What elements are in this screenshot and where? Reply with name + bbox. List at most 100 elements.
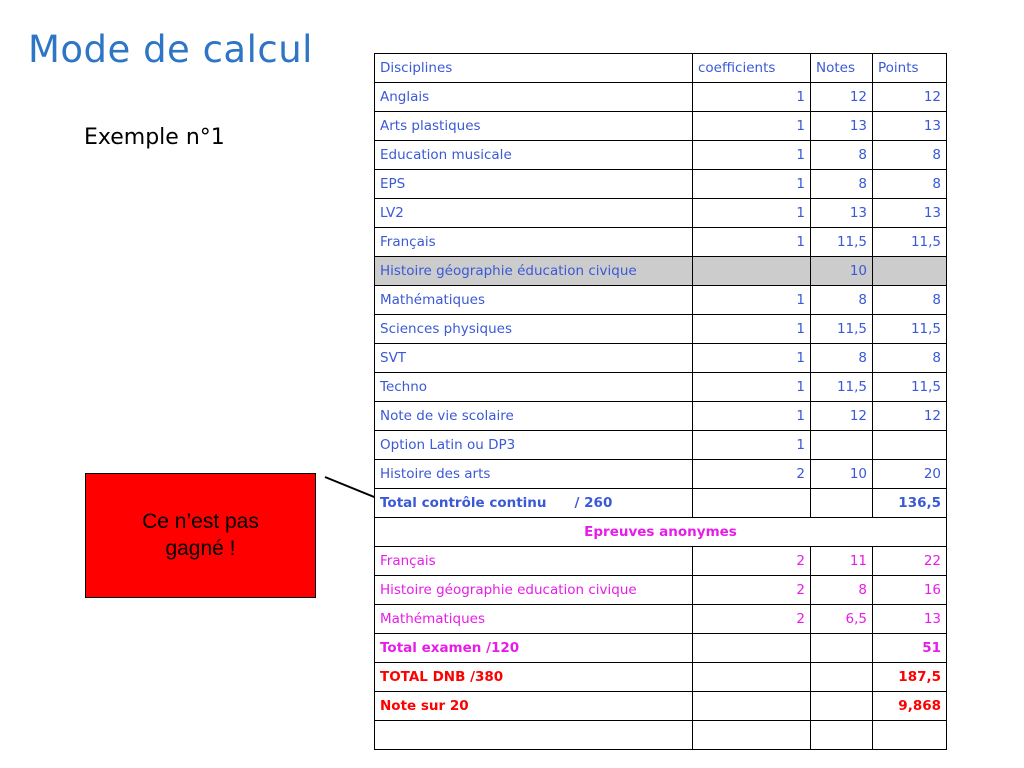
table-row: LV2 1 13 13 <box>374 198 947 228</box>
cell-coefficient: 2 <box>692 575 811 605</box>
total-continuous-scale: / 260 <box>574 495 613 511</box>
cell-coefficient: 1 <box>692 343 811 373</box>
cell-note <box>810 633 873 663</box>
cell-points: 12 <box>872 401 947 431</box>
cell-points: 13 <box>872 111 947 141</box>
cell-points: 13 <box>872 604 947 634</box>
cell-coefficient <box>692 488 811 518</box>
callout-text: Ce n’est pas gagné ! <box>142 509 259 560</box>
table-row: EPS 1 8 8 <box>374 169 947 199</box>
cell-points <box>872 430 947 460</box>
table-row: Histoire géographie éducation civique 10 <box>374 256 947 286</box>
header-disciplines: Disciplines <box>374 53 693 83</box>
spacer-cell <box>810 720 873 750</box>
header-coefficients: coefficients <box>692 53 811 83</box>
total-dnb-row: TOTAL DNB /380 187,5 <box>374 662 947 692</box>
cell-coefficient <box>692 633 811 663</box>
table-row-exam: Histoire géographie education civique 2 8 1… <box>374 575 947 605</box>
cell-note: 8 <box>810 285 873 315</box>
cell-coefficient: 1 <box>692 401 811 431</box>
cell-note <box>810 430 873 460</box>
cell-note: 11 <box>810 546 873 576</box>
cell-discipline: Note de vie scolaire <box>374 401 693 431</box>
cell-note <box>810 488 873 518</box>
cell-note: 10 <box>810 459 873 489</box>
table-row: Mathématiques 1 8 8 <box>374 285 947 315</box>
cell-points: 11,5 <box>872 227 947 257</box>
grade-table-container: Disciplines coefficients Notes Points An… <box>374 53 947 750</box>
cell-note: 8 <box>810 343 873 373</box>
cell-points: 20 <box>872 459 947 489</box>
cell-points: 8 <box>872 285 947 315</box>
total-continuous-row: Total contrôle continu / 260 136,5 <box>374 488 947 518</box>
cell-discipline: Anglais <box>374 82 693 112</box>
section-epreuves-anonymes: Epreuves anonymes <box>374 517 947 547</box>
cell-coefficient: 2 <box>692 604 811 634</box>
cell-points: 136,5 <box>872 488 947 518</box>
ce-nest-pas-gagne-callout: Ce n’est pas gagné ! <box>85 473 316 598</box>
cell-points: 187,5 <box>872 662 947 692</box>
cell-discipline: Histoire géographie éducation civique <box>374 256 693 286</box>
cell-coefficient <box>692 256 811 286</box>
header-points: Points <box>872 53 947 83</box>
cell-note: 8 <box>810 169 873 199</box>
cell-discipline: Arts plastiques <box>374 111 693 141</box>
total-continuous-label: Total contrôle continu <box>380 495 547 511</box>
table-row: Education musicale 1 8 8 <box>374 140 947 170</box>
cell-note: 10 <box>810 256 873 286</box>
cell-note: 13 <box>810 198 873 228</box>
total-examen-row: Total examen /120 51 <box>374 633 947 663</box>
cell-points: 11,5 <box>872 372 947 402</box>
spacer-cell <box>374 720 693 750</box>
cell-note: 12 <box>810 401 873 431</box>
grade-table: Disciplines coefficients Notes Points An… <box>374 53 947 750</box>
cell-note <box>810 691 873 721</box>
cell-note: 11,5 <box>810 372 873 402</box>
cell-discipline: Sciences physiques <box>374 314 693 344</box>
cell-discipline: Français <box>374 227 693 257</box>
cell-discipline: Mathématiques <box>374 285 693 315</box>
cell-coefficient: 1 <box>692 372 811 402</box>
cell-coefficient: 1 <box>692 314 811 344</box>
cell-note: 8 <box>810 575 873 605</box>
cell-points: 12 <box>872 82 947 112</box>
cell-coefficient: 1 <box>692 227 811 257</box>
cell-coefficient: 1 <box>692 111 811 141</box>
header-notes: Notes <box>810 53 873 83</box>
cell-discipline: Français <box>374 546 693 576</box>
cell-points: 13 <box>872 198 947 228</box>
note-sur-20-row: Note sur 20 9,868 <box>374 691 947 721</box>
cell-note: 11,5 <box>810 314 873 344</box>
cell-discipline: Education musicale <box>374 140 693 170</box>
cell-discipline: Note sur 20 <box>374 691 693 721</box>
table-row: Note de vie scolaire 1 12 12 <box>374 401 947 431</box>
cell-points <box>872 256 947 286</box>
table-row: Techno 1 11,5 11,5 <box>374 372 947 402</box>
table-spacer-row <box>374 720 947 750</box>
slide-subtitle: Exemple n°1 <box>84 125 225 150</box>
cell-coefficient: 1 <box>692 430 811 460</box>
cell-discipline: Total examen /120 <box>374 633 693 663</box>
cell-coefficient: 1 <box>692 169 811 199</box>
cell-coefficient: 2 <box>692 459 811 489</box>
cell-discipline: Histoire géographie education civique <box>374 575 693 605</box>
cell-coefficient: 1 <box>692 82 811 112</box>
cell-coefficient: 1 <box>692 198 811 228</box>
cell-points: 51 <box>872 633 947 663</box>
table-row: Sciences physiques 1 11,5 11,5 <box>374 314 947 344</box>
cell-note: 11,5 <box>810 227 873 257</box>
cell-discipline: Option Latin ou DP3 <box>374 430 693 460</box>
cell-note: 13 <box>810 111 873 141</box>
cell-discipline: LV2 <box>374 198 693 228</box>
cell-discipline: TOTAL DNB /380 <box>374 662 693 692</box>
cell-note: 8 <box>810 140 873 170</box>
cell-coefficient: 1 <box>692 285 811 315</box>
page-title: Mode de calcul <box>28 28 313 71</box>
table-row: SVT 1 8 8 <box>374 343 947 373</box>
cell-discipline: EPS <box>374 169 693 199</box>
cell-coefficient: 1 <box>692 140 811 170</box>
cell-discipline: Techno <box>374 372 693 402</box>
cell-note <box>810 662 873 692</box>
cell-discipline: Histoire des arts <box>374 459 693 489</box>
cell-discipline: Total contrôle continu / 260 <box>374 488 693 518</box>
